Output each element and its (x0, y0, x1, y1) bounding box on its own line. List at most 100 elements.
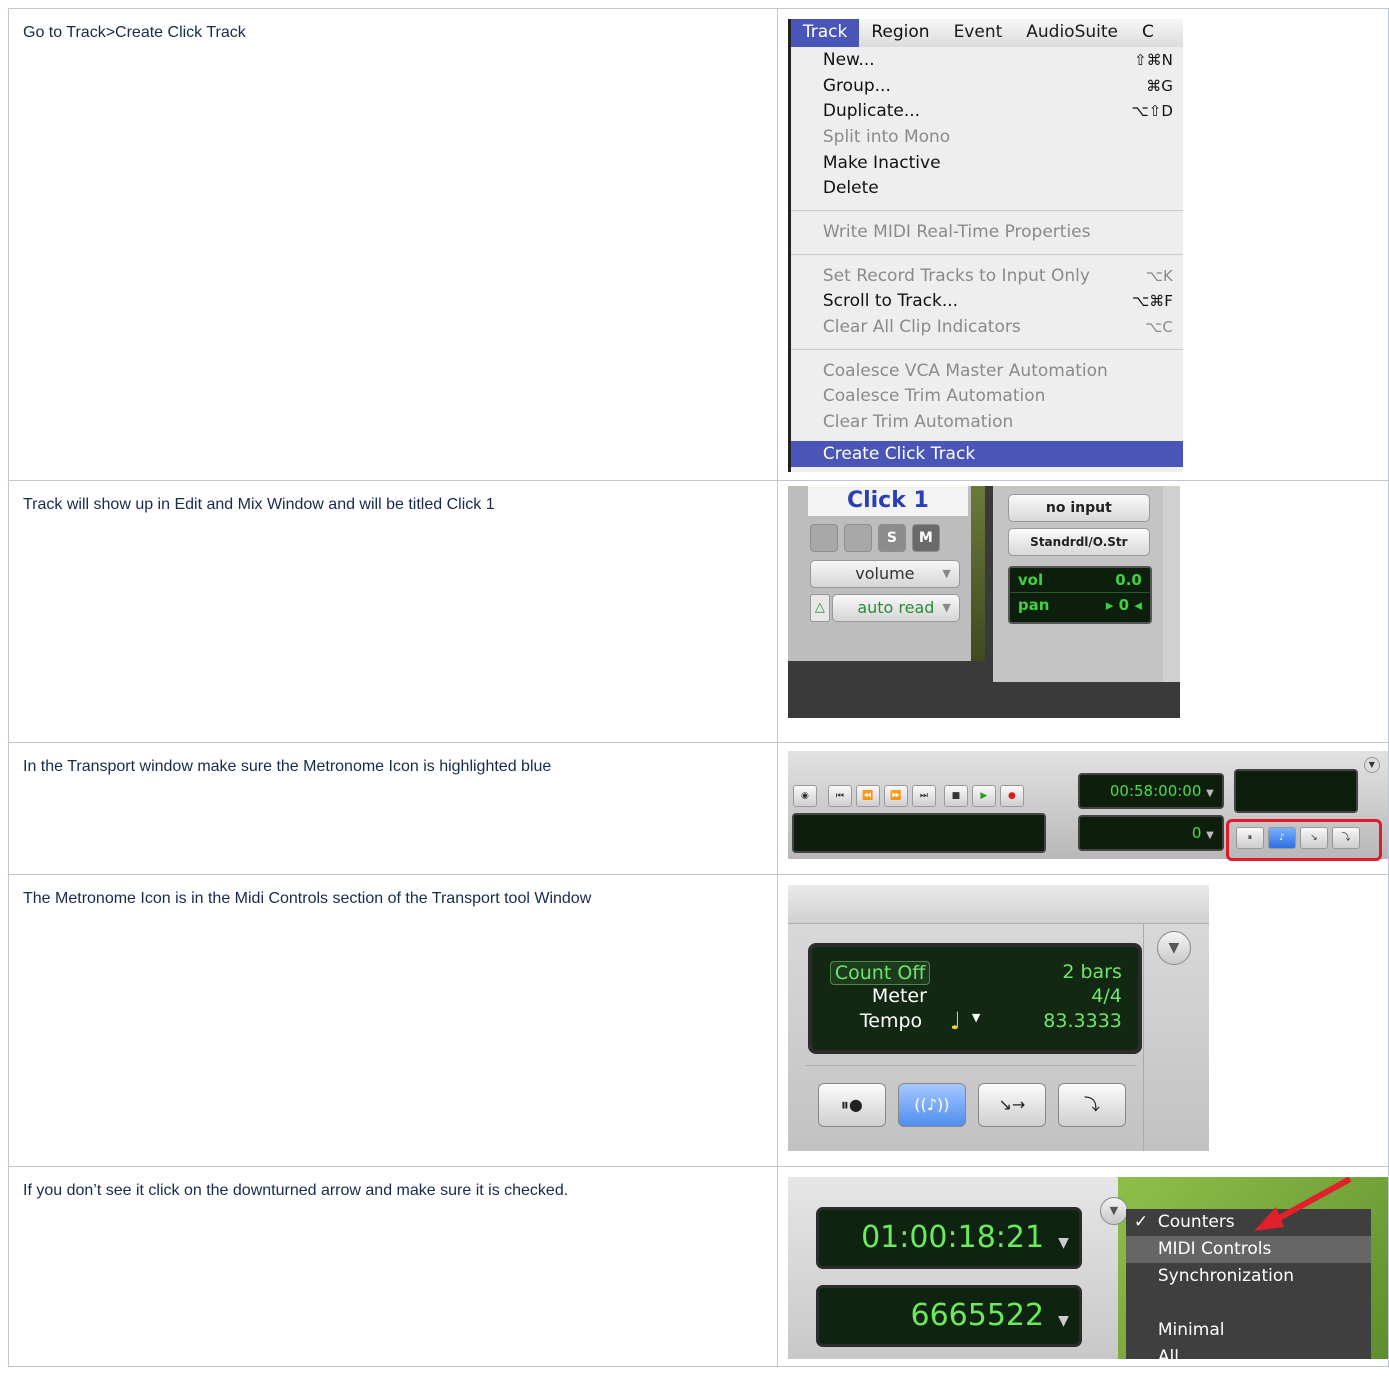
menu-bar-more[interactable]: C (1130, 19, 1166, 47)
sub-counter[interactable]: 0 ▼ (1077, 815, 1224, 851)
table-row: If you don’t see it click on the downtur… (8, 1166, 1389, 1367)
count-off-label[interactable]: Count Off (829, 961, 931, 985)
track-menu-screenshot: Track Region Event AudioSuite C New... ⇧⌘… (776, 8, 1389, 481)
menu-item[interactable]: Group... ⌘G (791, 73, 1183, 99)
main-counter-value: 01:00:18:21 (861, 1220, 1045, 1255)
menu-item-label: Create Click Track (822, 443, 976, 464)
menu-item-label: Coalesce VCA Master Automation (822, 360, 1108, 381)
online-icon[interactable]: ◉ (792, 785, 817, 807)
track-view-selector[interactable]: volume ▼ (809, 560, 960, 588)
menu-bar-track[interactable]: Track (790, 19, 860, 47)
go-to-end-icon[interactable]: ⏭ (911, 785, 936, 807)
fast-forward-icon[interactable]: ⏩ (883, 785, 908, 807)
counters-menu-screenshot: 01:00:18:21 ▼ 6665522 ▼ ▼ ✓ Counters MIDI Co… (776, 1166, 1389, 1367)
menu-item-create-click-track[interactable]: Create Click Track (790, 440, 1183, 467)
vol-row[interactable]: vol 0.0 (1009, 568, 1150, 593)
menu-item-label: New... (822, 49, 875, 70)
menu-item-label: Scroll to Track... (822, 291, 959, 312)
menu-item-label: Clear Trim Automation (822, 412, 1014, 433)
tempo-label: Tempo (859, 1010, 923, 1032)
chevron-down-icon[interactable]: ▼ (1099, 1197, 1128, 1225)
rewind-icon[interactable]: ⏪ (855, 785, 880, 807)
track-view-label: volume (855, 564, 915, 583)
count-off-icon[interactable]: ↘ (1299, 827, 1328, 849)
input-label: no input (1045, 500, 1112, 516)
menu-item-shortcut: ⌘G (1146, 76, 1173, 95)
record-button[interactable] (809, 524, 838, 552)
metronome-button[interactable]: ((♪)) (897, 1083, 966, 1127)
menu-item-label: Coalesce Trim Automation (822, 386, 1046, 407)
menu-item-shortcut: ⇧⌘N (1134, 50, 1173, 69)
level-meter (970, 486, 985, 661)
menu-item-label: Clear All Clip Indicators (822, 317, 1021, 338)
input-monitor-button[interactable] (843, 524, 872, 552)
menu-item[interactable]: Duplicate... ⌥⇧D (791, 98, 1183, 124)
table-row: Track will show up in Edit and Mix Windo… (8, 480, 1389, 743)
checkmark-icon: ✓ (1133, 1212, 1149, 1232)
automation-icon[interactable]: △ (809, 594, 830, 622)
view-menu-item[interactable]: Minimal (1126, 1317, 1371, 1344)
automation-mode-selector[interactable]: auto read ▼ (831, 594, 960, 622)
menu-item-label: Duplicate... (822, 101, 921, 122)
view-menu-item-label: Synchronization (1157, 1266, 1295, 1286)
menu-bar-region[interactable]: Region (859, 19, 941, 47)
menu-bar-audiosuite[interactable]: AudioSuite (1014, 19, 1130, 47)
chevron-down-icon: ▼ (971, 1011, 981, 1024)
midi-merge-icon[interactable]: ⤵ (1331, 827, 1360, 849)
main-counter[interactable]: 00:58:00:00 ▼ (1077, 773, 1224, 809)
menu-item[interactable]: Delete (791, 175, 1183, 201)
track-header: Click 1 S M volume ▼ △ auto read ▼ (787, 486, 971, 661)
menu-item[interactable]: Make Inactive (791, 150, 1183, 176)
output-label: Standrdl/O.Str (1030, 535, 1128, 549)
track-name[interactable]: Click 1 (807, 486, 968, 516)
menu-item-label: Delete (822, 178, 879, 199)
transport-window: ◉ ⏮ ⏪ ⏩ ⏭ ■ ▶ ● 00:58:00:00 ▼ 0 ▼ ▼ ⏸ ♪ … (787, 751, 1388, 861)
sub-counter[interactable]: 6665522 ▼ (815, 1285, 1082, 1347)
divider (805, 1065, 1136, 1066)
pan-row[interactable]: pan ▸ 0 ◂ (1010, 593, 1150, 617)
menu-item[interactable]: New... ⇧⌘N (791, 47, 1183, 73)
view-menu-item-label: All (1157, 1347, 1179, 1359)
metronome-icon[interactable]: ♪ (1267, 827, 1296, 849)
menu-item: Coalesce VCA Master Automation (791, 358, 1183, 384)
meter-value[interactable]: 4/4 (1091, 985, 1122, 1007)
tempo-value[interactable]: 83.3333 (1043, 1010, 1122, 1032)
play-icon[interactable]: ▶ (971, 785, 996, 807)
menu-item: Coalesce Trim Automation (791, 384, 1183, 410)
menu-item: Clear All Clip Indicators ⌥C (791, 314, 1183, 340)
chevron-down-icon[interactable]: ▼ (1156, 931, 1191, 965)
solo-button[interactable]: S (877, 524, 906, 552)
count-off-value: 2 bars (1062, 961, 1122, 983)
wait-for-note-icon[interactable]: ⏸ (1235, 827, 1264, 849)
menu-item: Set Record Tracks to Input Only ⌥K (791, 263, 1183, 289)
track-edge (1162, 486, 1180, 682)
midi-mini-display (1233, 769, 1358, 813)
midi-merge-button[interactable]: ⤵ (1057, 1083, 1126, 1127)
menu-item-shortcut: ⌥⇧D (1131, 102, 1173, 121)
wait-for-note-button[interactable]: ⏸● (817, 1083, 886, 1127)
input-selector[interactable]: no input (1007, 494, 1150, 522)
chevron-down-icon: ▼ (942, 567, 951, 580)
menu-item[interactable]: Scroll to Track... ⌥⌘F (791, 289, 1183, 315)
io-section: no input Standrdl/O.Str vol 0.0 pan ▸ 0 ◂ (992, 486, 1163, 682)
count-off-button[interactable]: ↘→ (977, 1083, 1046, 1127)
mute-button[interactable]: M (911, 524, 940, 552)
view-menu-item[interactable]: MIDI Controls (1125, 1236, 1371, 1263)
menu-bar-event[interactable]: Event (942, 19, 1015, 47)
output-selector[interactable]: Standrdl/O.Str (1007, 528, 1150, 556)
chevron-down-icon[interactable]: ▼ (1363, 757, 1380, 773)
view-menu-item-label: Minimal (1157, 1320, 1225, 1340)
stop-icon[interactable]: ■ (943, 785, 968, 807)
menu-items: New... ⇧⌘N Group... ⌘G Duplicate... ⌥⇧D Split … (790, 47, 1183, 435)
pan-label: pan (1017, 596, 1050, 614)
return-to-zero-icon[interactable]: ⏮ (827, 785, 852, 807)
midi-controls-screenshot: Count Off 2 bars Meter 4/4 Tempo ♩ ▼ 83.… (776, 874, 1389, 1167)
view-menu-item[interactable]: Synchronization (1126, 1263, 1371, 1290)
menu-item-label: Split into Mono (822, 126, 951, 147)
view-menu-item-label: MIDI Controls (1157, 1239, 1272, 1259)
main-counter[interactable]: 01:00:18:21 ▼ (815, 1207, 1082, 1269)
record-icon[interactable]: ● (999, 785, 1024, 807)
note-icon[interactable]: ♩ (950, 1007, 961, 1035)
view-menu-item[interactable]: All (1126, 1344, 1371, 1359)
chevron-down-icon: ▼ (1206, 830, 1214, 841)
